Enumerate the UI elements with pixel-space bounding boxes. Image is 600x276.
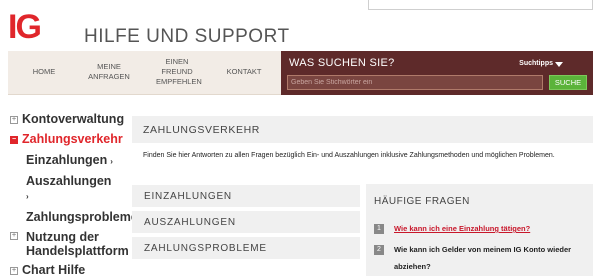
search-title: WAS SUCHEN SIE?	[289, 57, 395, 69]
expand-icon: +	[10, 267, 18, 275]
sidebar-item-label: Kontoverwaltung	[22, 112, 125, 126]
collapse-icon: −	[10, 136, 18, 144]
caret-down-icon[interactable]	[555, 62, 563, 67]
tab-einzahlungen[interactable]: EINZAHLUNGEN	[132, 185, 360, 207]
tab-auszahlungen[interactable]: AUSZAHLUNGEN	[132, 211, 360, 233]
sidebar-item-zahlungsverkehr[interactable]: − Zahlungsverkehr	[10, 132, 123, 146]
faq-title: HÄUFIGE FRAGEN	[374, 196, 470, 207]
expand-icon: +	[10, 232, 18, 240]
faq-question[interactable]: Wie kann ich Gelder von meinem IG Konto …	[394, 241, 584, 275]
sidebar-item-label: Nutzung der Handelsplattform	[26, 230, 129, 258]
search-input[interactable]	[287, 75, 543, 90]
page-title: ZAHLUNGSVERKEHR	[143, 124, 260, 136]
nav-home[interactable]: HOME	[22, 67, 66, 77]
sidebar-item-handelsplattform[interactable]: + Nutzung der Handelsplattform	[10, 230, 136, 258]
search-button[interactable]: SUCHE	[549, 75, 587, 90]
faq-link[interactable]: Wie kann ich eine Einzahlung tätigen?	[394, 220, 584, 237]
sidebar-item-label: Auszahlungen	[26, 174, 112, 188]
arrow-right-icon: ›	[26, 192, 29, 201]
ig-logo[interactable]: IG	[8, 8, 56, 42]
sidebar-item-label: Zahlungsprobleme	[26, 210, 138, 224]
sidebar-item-auszahlungen[interactable]: Auszahlungen ›	[26, 174, 126, 204]
search-box: WAS SUCHEN SIE? Suchtipps SUCHE	[281, 51, 593, 95]
faq-number-badge: 2	[374, 245, 384, 255]
site-title: HILFE UND SUPPORT	[84, 26, 290, 47]
sidebar-item-label: Zahlungsverkehr	[22, 132, 123, 146]
top-utility-box	[368, 0, 593, 10]
search-tips-toggle[interactable]: Suchtipps	[519, 60, 553, 67]
section-header: ZAHLUNGSVERKEHR	[132, 116, 593, 143]
expand-icon: +	[10, 116, 18, 124]
sidebar-item-chart-hilfe[interactable]: + Chart Hilfe	[10, 263, 85, 276]
nav-my-requests[interactable]: MEINE ANFRAGEN	[88, 62, 130, 82]
sidebar-item-label: Einzahlungen	[26, 153, 108, 167]
sidebar-item-einzahlungen[interactable]: Einzahlungen ›	[26, 153, 113, 169]
sidebar-item-zahlungsprobleme[interactable]: Zahlungsprobleme›	[26, 210, 144, 226]
arrow-right-icon: ›	[110, 157, 113, 166]
logo-text: IG	[8, 8, 40, 42]
section-intro: Finden Sie hier Antworten zu allen Frage…	[143, 152, 555, 159]
sidebar-item-kontoverwaltung[interactable]: + Kontoverwaltung	[10, 112, 124, 126]
main-nav: HOME MEINE ANFRAGEN EINEN FREUND EMPFEHL…	[8, 51, 281, 95]
nav-contact[interactable]: KONTAKT	[218, 67, 270, 77]
faq-panel: HÄUFIGE FRAGEN 1 Wie kann ich eine Einza…	[366, 184, 593, 276]
tab-zahlungsprobleme[interactable]: ZAHLUNGSPROBLEME	[132, 237, 360, 259]
nav-refer-friend[interactable]: EINEN FREUND EMPFEHLEN	[156, 57, 202, 87]
sidebar-item-label: Chart Hilfe	[22, 263, 86, 276]
faq-number-badge: 1	[374, 224, 384, 234]
